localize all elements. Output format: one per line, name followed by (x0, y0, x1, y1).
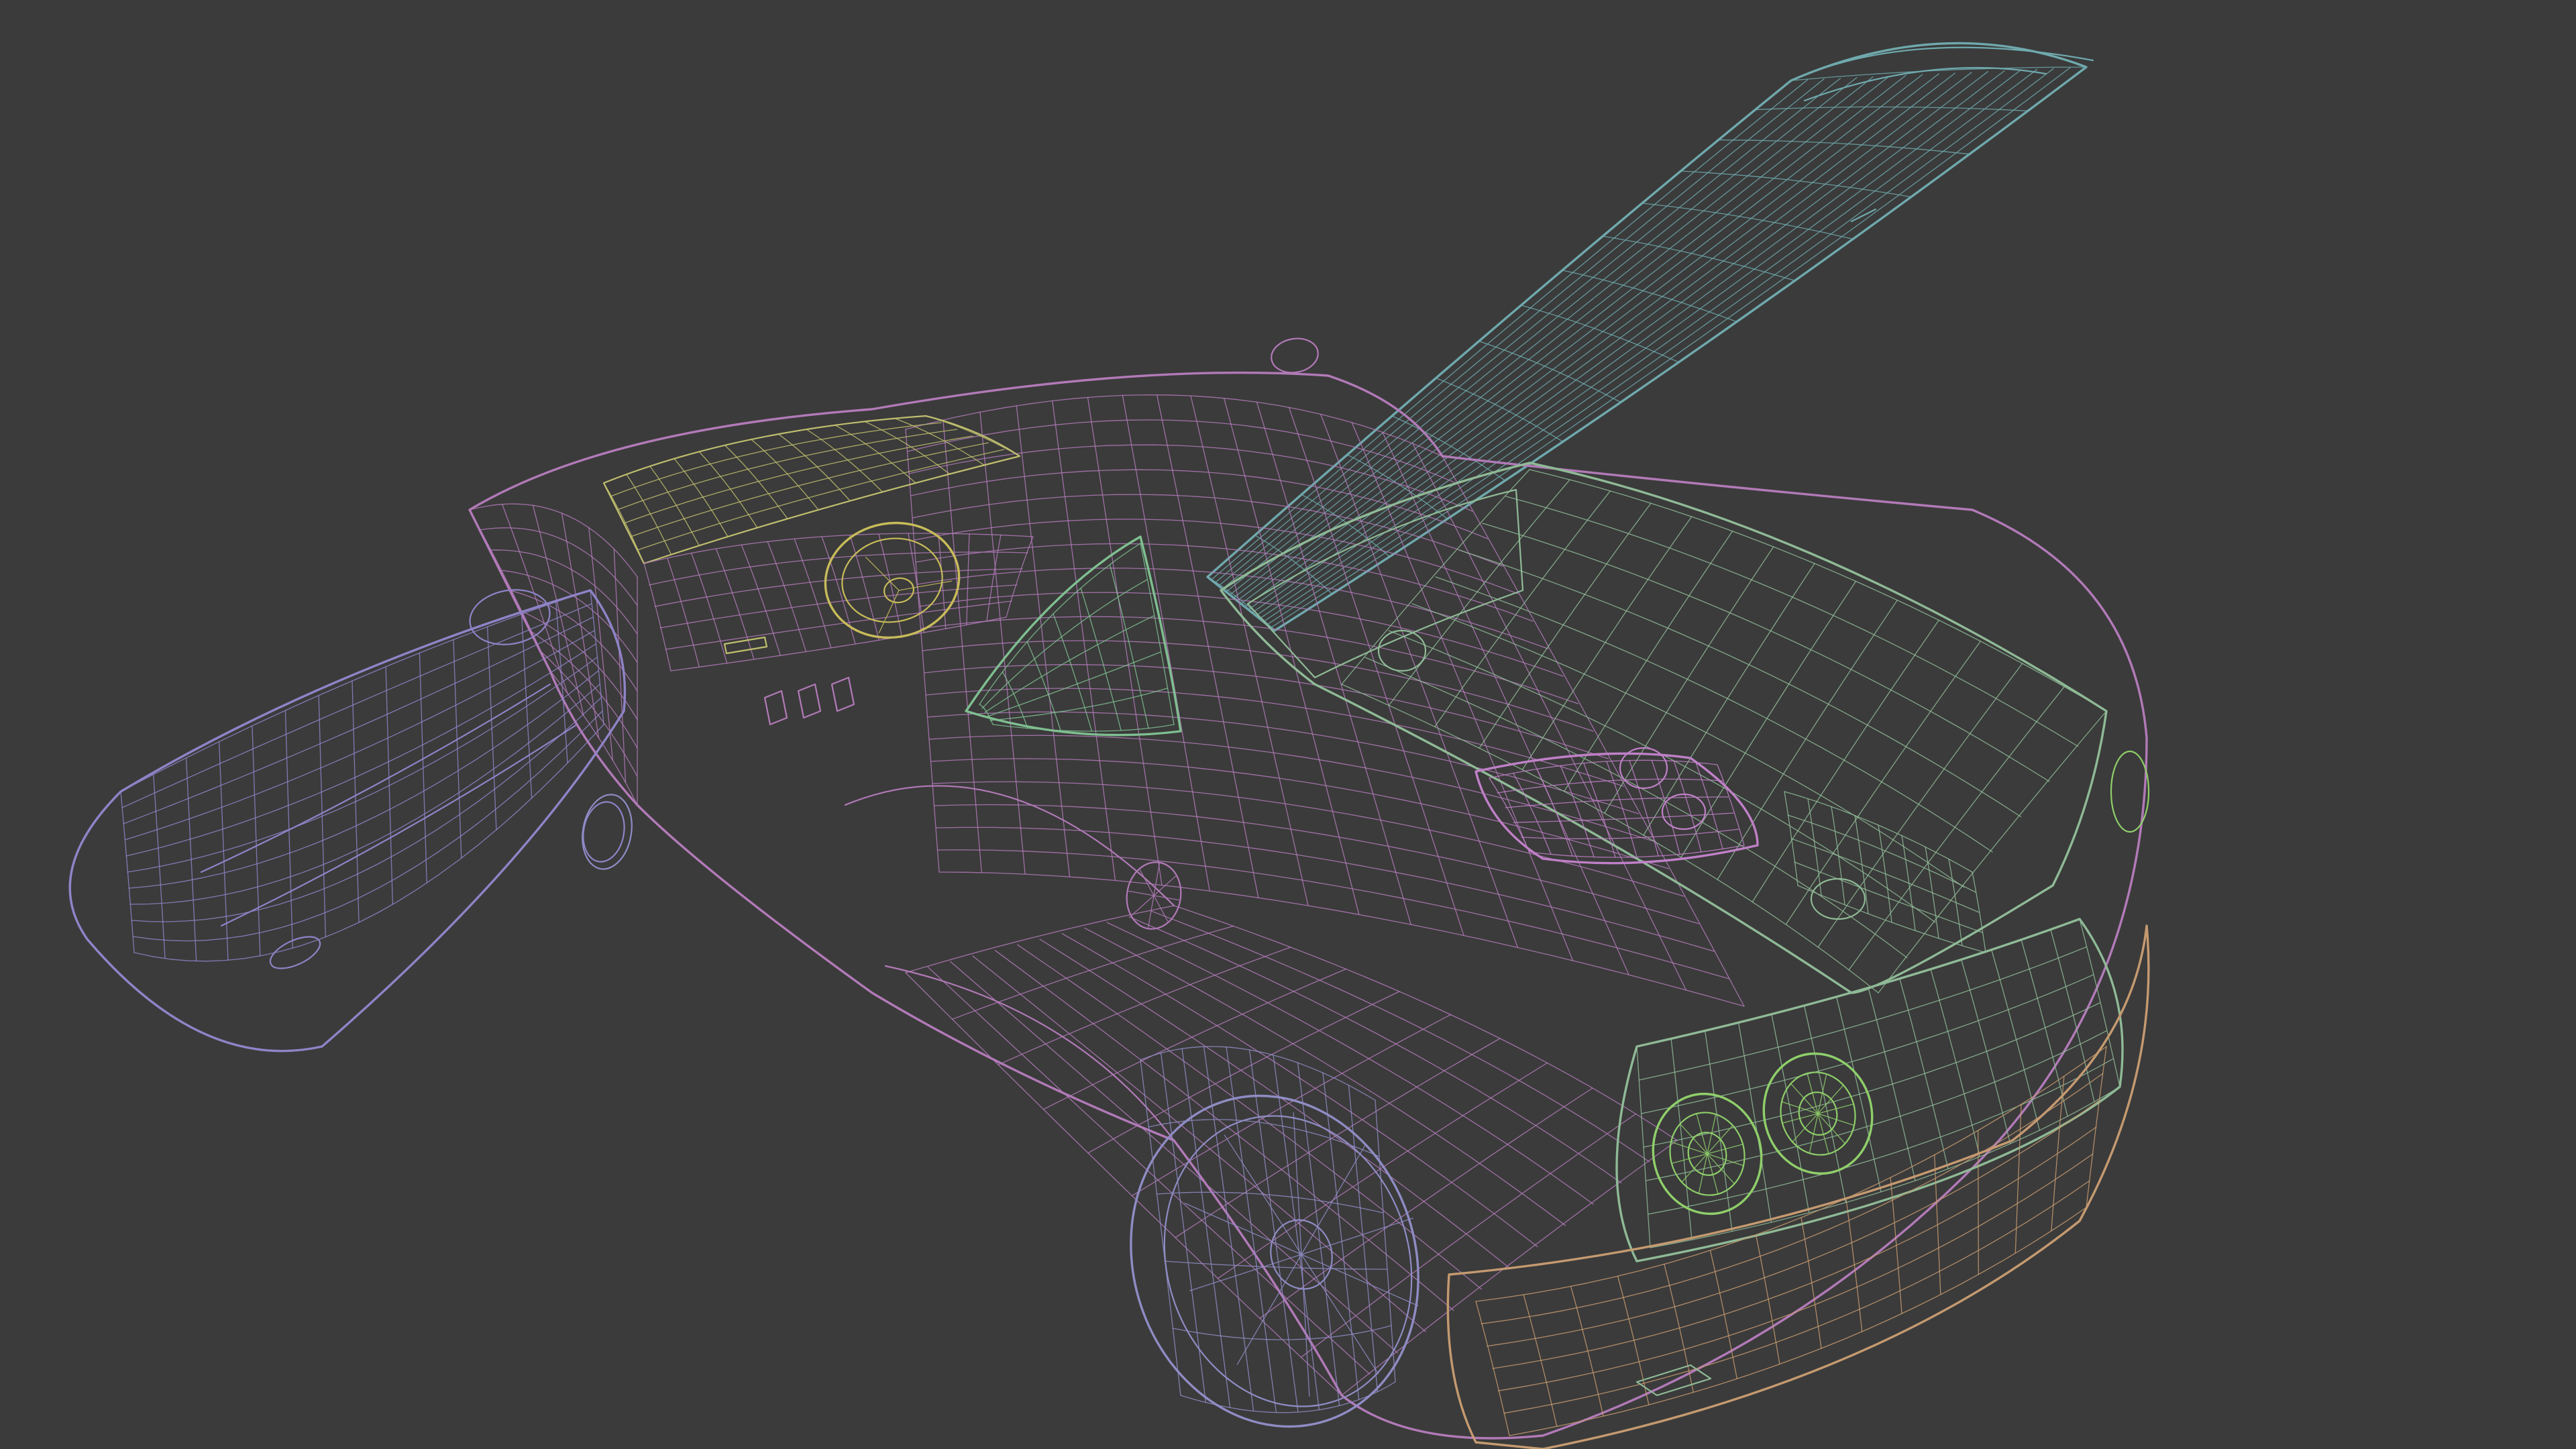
body-shell (468, 371, 2148, 1440)
3d-viewport[interactable] (0, 0, 2576, 1449)
car-wireframe (68, 42, 2150, 1449)
rear-bumper (1446, 924, 2150, 1449)
dashboard (643, 533, 1034, 672)
raised-hood (1206, 42, 2094, 632)
engine (1377, 629, 1986, 953)
wheel-icon (1130, 1046, 1419, 1428)
pedals (763, 676, 855, 726)
taillights (1652, 750, 2150, 1216)
side-window (965, 535, 1182, 737)
open-door (68, 589, 627, 1053)
